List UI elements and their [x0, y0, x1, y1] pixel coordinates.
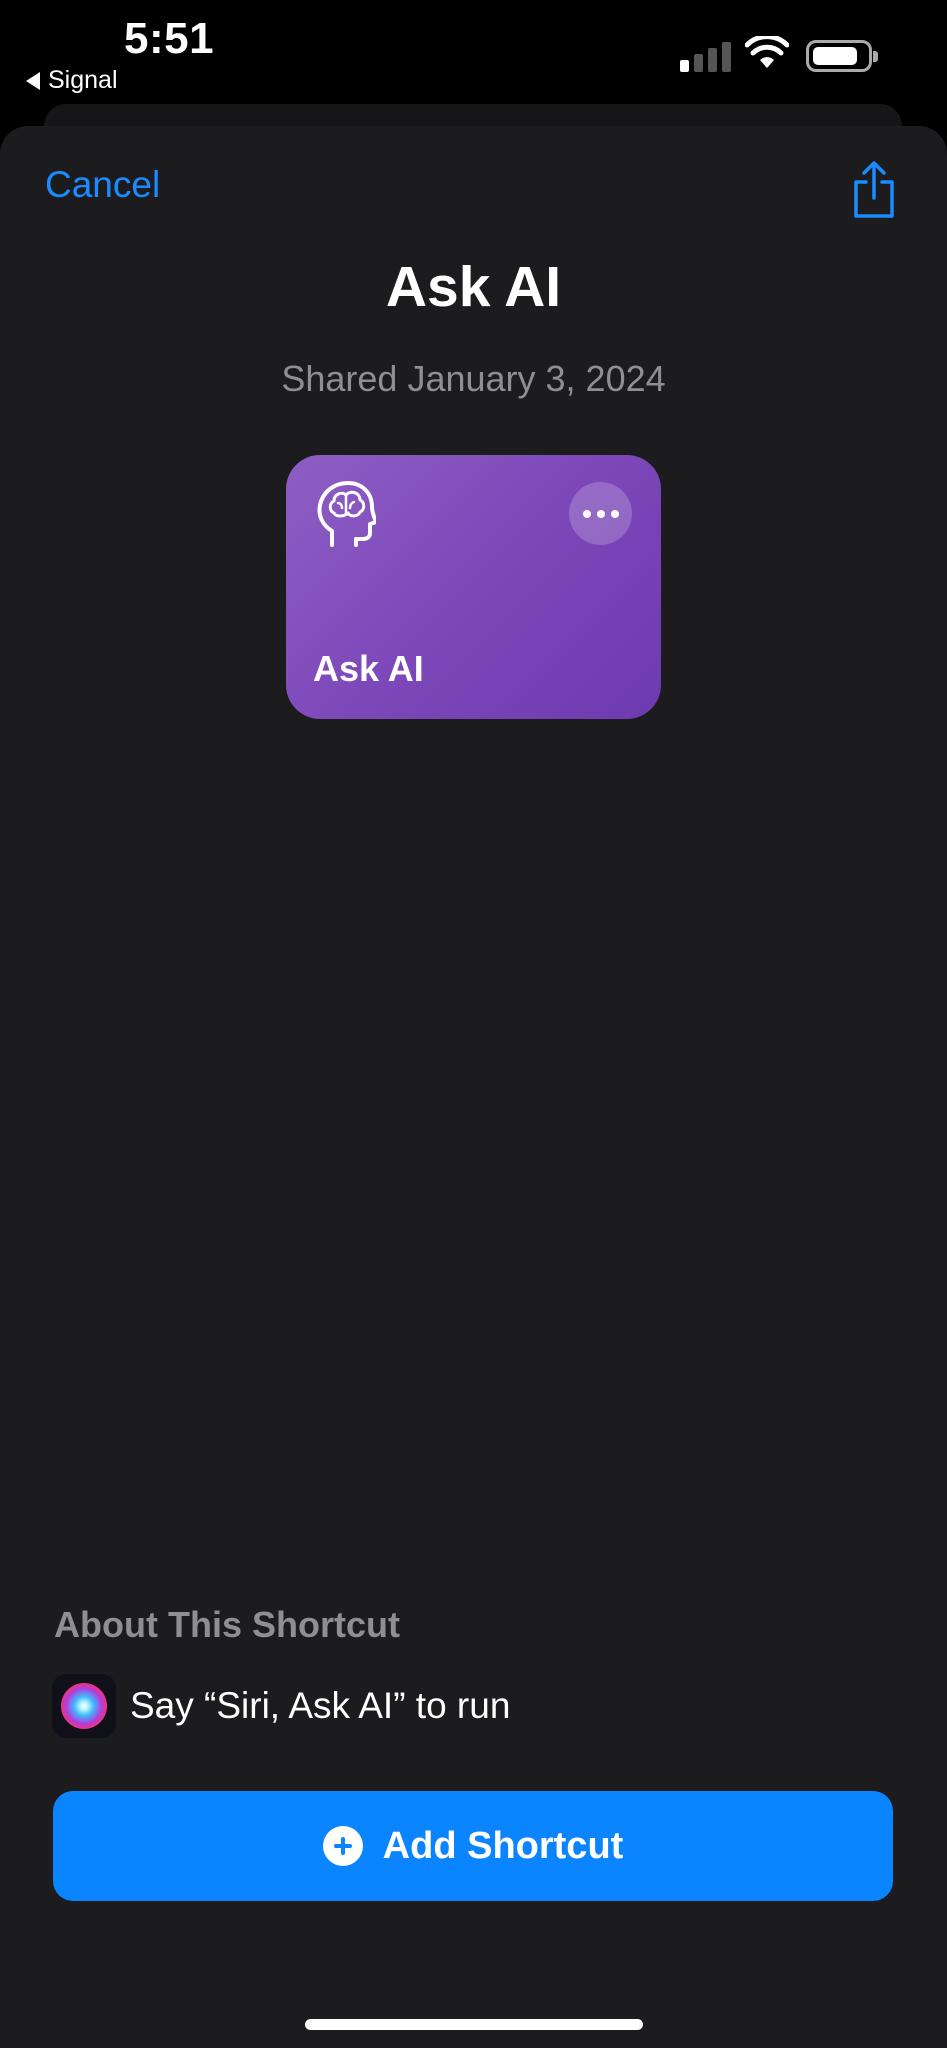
- status-bar: 5:51 Signal: [0, 0, 947, 110]
- siri-phrase-row: Say “Siri, Ask AI” to run: [52, 1673, 510, 1739]
- back-to-app-link[interactable]: Signal: [26, 66, 118, 95]
- wifi-icon: [745, 36, 789, 68]
- shortcut-card[interactable]: Ask AI: [286, 455, 661, 719]
- cellular-signal-icon: [680, 40, 732, 72]
- shortcut-sheet: [0, 126, 947, 2048]
- battery-icon: [806, 40, 878, 72]
- battery-level: [813, 47, 857, 65]
- cancel-button[interactable]: Cancel: [45, 164, 160, 206]
- share-icon[interactable]: [850, 160, 898, 220]
- add-shortcut-label: Add Shortcut: [382, 1824, 624, 1867]
- shortcut-card-name: Ask AI: [313, 648, 424, 689]
- home-indicator[interactable]: [305, 2019, 643, 2030]
- status-time: 5:51: [124, 14, 215, 63]
- back-arrow-icon: [26, 71, 40, 90]
- page-title: Ask AI: [385, 255, 562, 319]
- siri-icon: [52, 1674, 116, 1738]
- ellipsis-icon[interactable]: [569, 482, 632, 545]
- head-brain-icon: [317, 481, 376, 547]
- back-app-label: Signal: [48, 66, 118, 94]
- siri-phrase: Say “Siri, Ask AI” to run: [130, 1685, 511, 1726]
- add-shortcut-button[interactable]: Add Shortcut: [53, 1791, 893, 1901]
- plus-circle-icon: [322, 1826, 363, 1866]
- shared-date: Shared January 3, 2024: [281, 358, 666, 399]
- about-heading: About This Shortcut: [54, 1604, 400, 1645]
